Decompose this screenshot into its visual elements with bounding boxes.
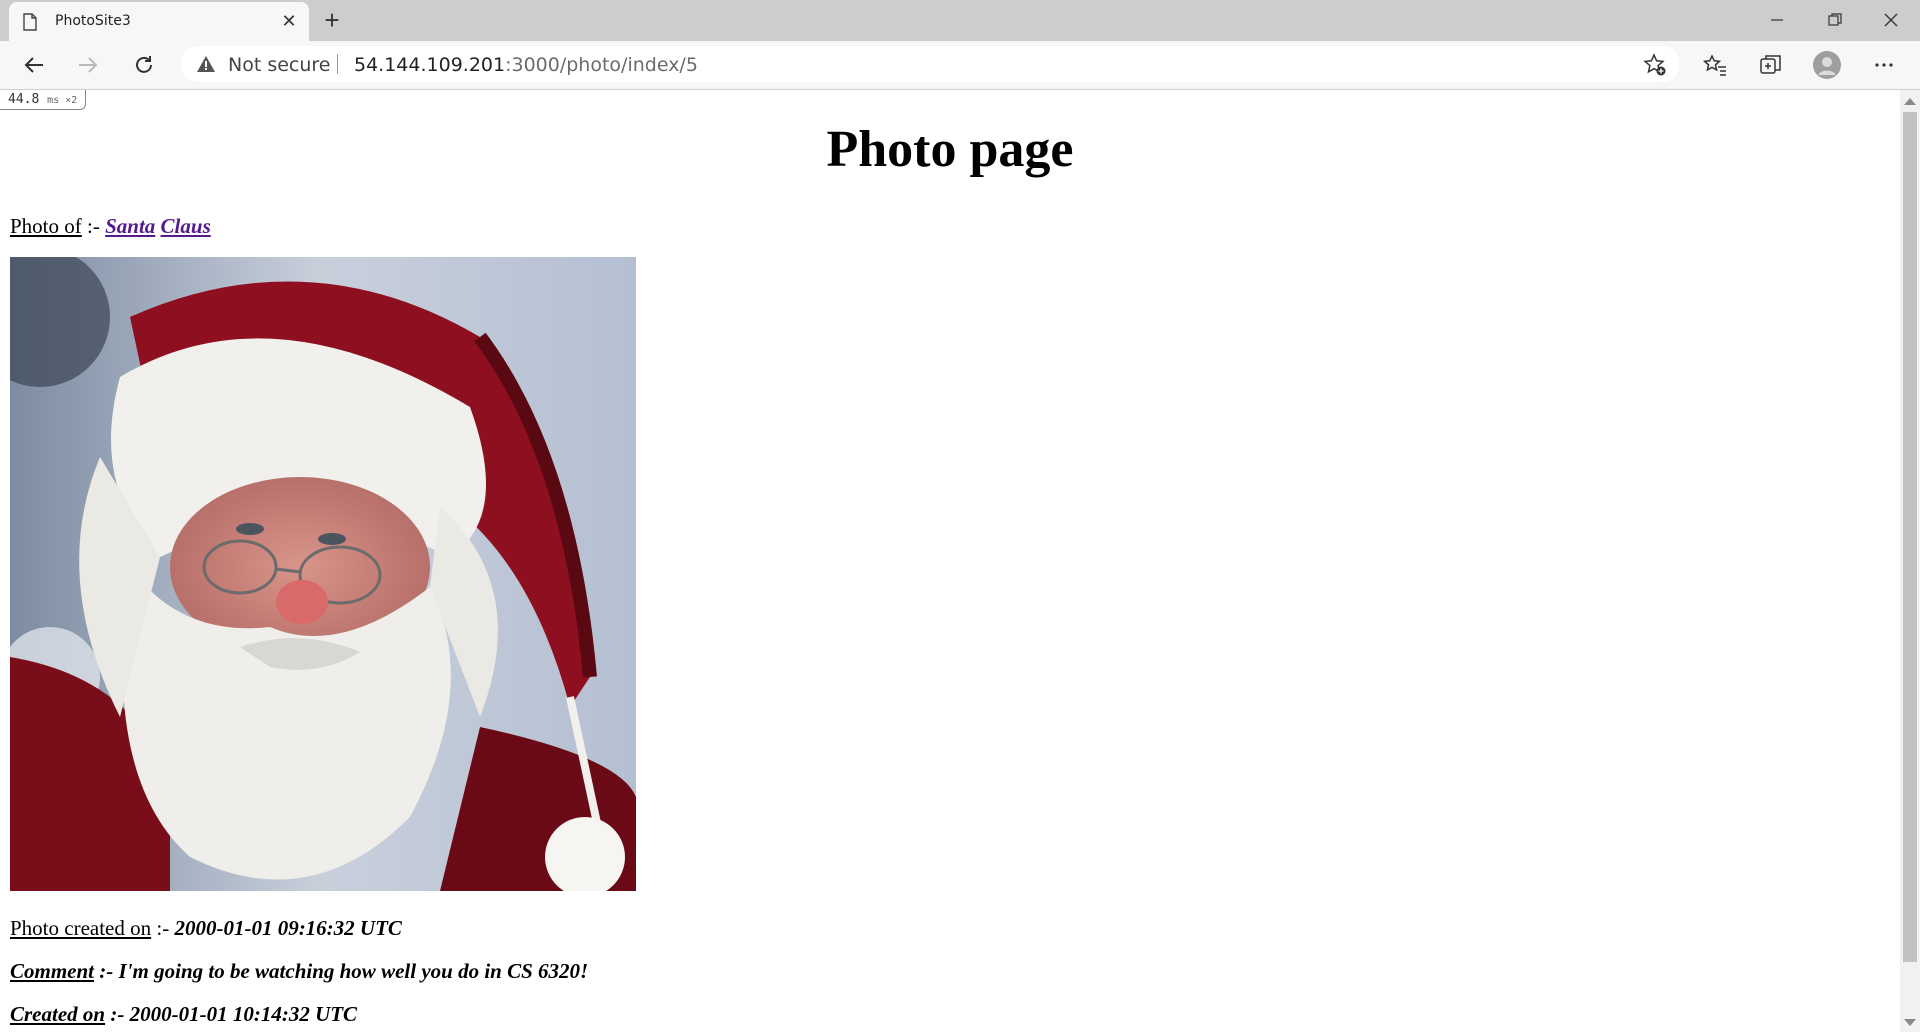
vertical-scrollbar[interactable]	[1900, 90, 1920, 1032]
separator: :-	[99, 959, 114, 983]
photo-created-line: Photo created on :- 2000-01-01 09:16:32 …	[10, 916, 402, 941]
close-window-button[interactable]	[1862, 0, 1920, 40]
favorites-icon	[1703, 54, 1726, 76]
performance-badge[interactable]: 44.8 ms ×2	[0, 90, 87, 110]
santa-portrait	[10, 257, 636, 891]
profile-button[interactable]	[1811, 49, 1843, 81]
add-favorite-icon[interactable]	[1643, 53, 1667, 77]
scroll-down-arrow-icon[interactable]	[1904, 1019, 1916, 1026]
comment-text: I'm going to be watching how well you do…	[118, 959, 589, 983]
page-icon	[23, 13, 37, 31]
close-icon	[1884, 13, 1898, 27]
restore-button[interactable]	[1806, 0, 1864, 40]
restore-icon	[1828, 13, 1842, 26]
photo-of-line: Photo of :- Santa Claus	[10, 214, 211, 239]
user-first-name-link[interactable]: Santa	[105, 214, 155, 238]
security-label[interactable]: Not secure	[228, 54, 331, 76]
comment-label: Comment	[10, 959, 95, 983]
photo-of-label: Photo of	[10, 214, 82, 238]
more-icon	[1875, 63, 1893, 67]
new-tab-button[interactable]: +	[318, 6, 346, 34]
separator: :-	[87, 214, 100, 238]
comment-created-value: 2000-01-01 10:14:32 UTC	[129, 1002, 358, 1026]
separator: :-	[156, 916, 170, 940]
warning-icon	[197, 56, 215, 72]
favorites-button[interactable]	[1699, 49, 1731, 81]
forward-button[interactable]	[72, 49, 104, 81]
collections-button[interactable]	[1755, 49, 1787, 81]
photo-image	[10, 257, 636, 891]
comment-created-line: Created on :- 2000-01-01 10:14:32 UTC	[10, 1002, 357, 1027]
scroll-up-arrow-icon[interactable]	[1904, 98, 1916, 105]
refresh-icon	[136, 56, 152, 73]
back-arrow-icon	[24, 57, 43, 73]
tab-title: PhotoSite3	[55, 13, 131, 29]
comment-line: Comment :- I'm going to be watching how …	[10, 959, 588, 984]
photo-created-value: 2000-01-01 09:16:32 UTC	[174, 916, 402, 940]
back-button[interactable]	[18, 49, 50, 81]
page-viewport: 44.8 ms ×2 Photo page Photo of :- Santa …	[0, 90, 1900, 1032]
menu-button[interactable]	[1868, 49, 1900, 81]
comment-created-label: Created on	[10, 1002, 106, 1026]
divider	[337, 54, 338, 74]
browser-tab[interactable]: PhotoSite3 ✕	[9, 2, 309, 41]
collections-icon	[1760, 55, 1781, 74]
page-title: Photo page	[826, 121, 1074, 178]
separator: :-	[110, 1002, 125, 1026]
close-tab-icon[interactable]: ✕	[279, 11, 299, 31]
refresh-button[interactable]	[128, 49, 160, 81]
tab-strip: PhotoSite3 ✕ +	[0, 0, 1920, 41]
url-text[interactable]: 54.144.109.201:3000/photo/index/5	[354, 54, 698, 76]
address-bar[interactable]: Not secure 54.144.109.201:3000/photo/ind…	[180, 46, 1680, 82]
minimize-button[interactable]	[1748, 0, 1806, 40]
forward-arrow-icon	[79, 57, 98, 73]
photo-created-label: Photo created on	[10, 916, 152, 940]
user-last-name-link[interactable]: Claus	[161, 214, 211, 238]
avatar-icon	[1813, 51, 1841, 79]
browser-toolbar: Not secure 54.144.109.201:3000/photo/ind…	[0, 41, 1920, 90]
minimize-icon	[1771, 19, 1783, 21]
scroll-thumb[interactable]	[1903, 112, 1917, 962]
